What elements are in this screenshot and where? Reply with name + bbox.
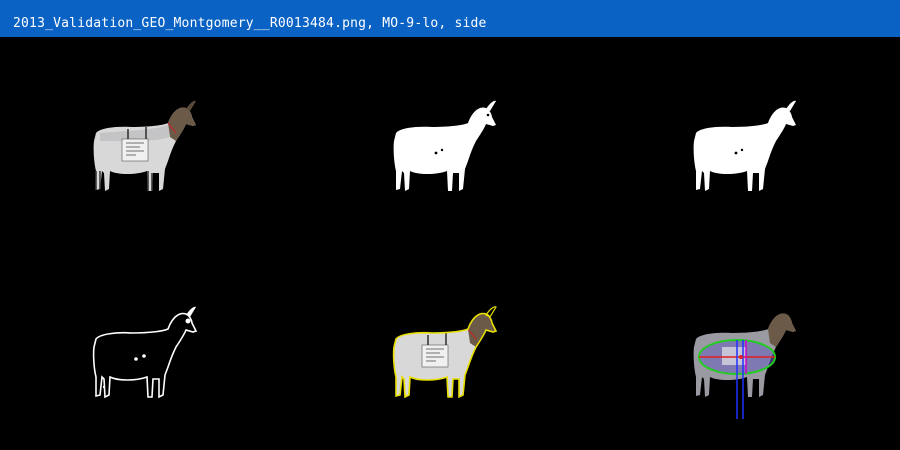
goat-outline-icon: [92, 306, 197, 398]
goat-silhouette-icon: [393, 100, 496, 191]
panel-binary-mask: [300, 37, 600, 243]
window-titlebar[interactable]: 2013_Validation_GEO_Montgomery__R0013484…: [0, 0, 900, 37]
panel-original: [0, 37, 300, 243]
panel-filled-mask: [600, 37, 900, 243]
goat-photo-yellow-outline-icon: [392, 306, 497, 398]
goat-silhouette-icon: [693, 100, 796, 191]
goat-ellipse-axes-icon: [693, 313, 796, 419]
panel-measurement-overlay: [600, 243, 900, 449]
panel-edge-contour: [0, 243, 300, 449]
goat-photo-icon: [93, 100, 196, 191]
window-title: 2013_Validation_GEO_Montgomery__R0013484…: [13, 16, 487, 31]
panel-contour-overlay: [300, 243, 600, 449]
